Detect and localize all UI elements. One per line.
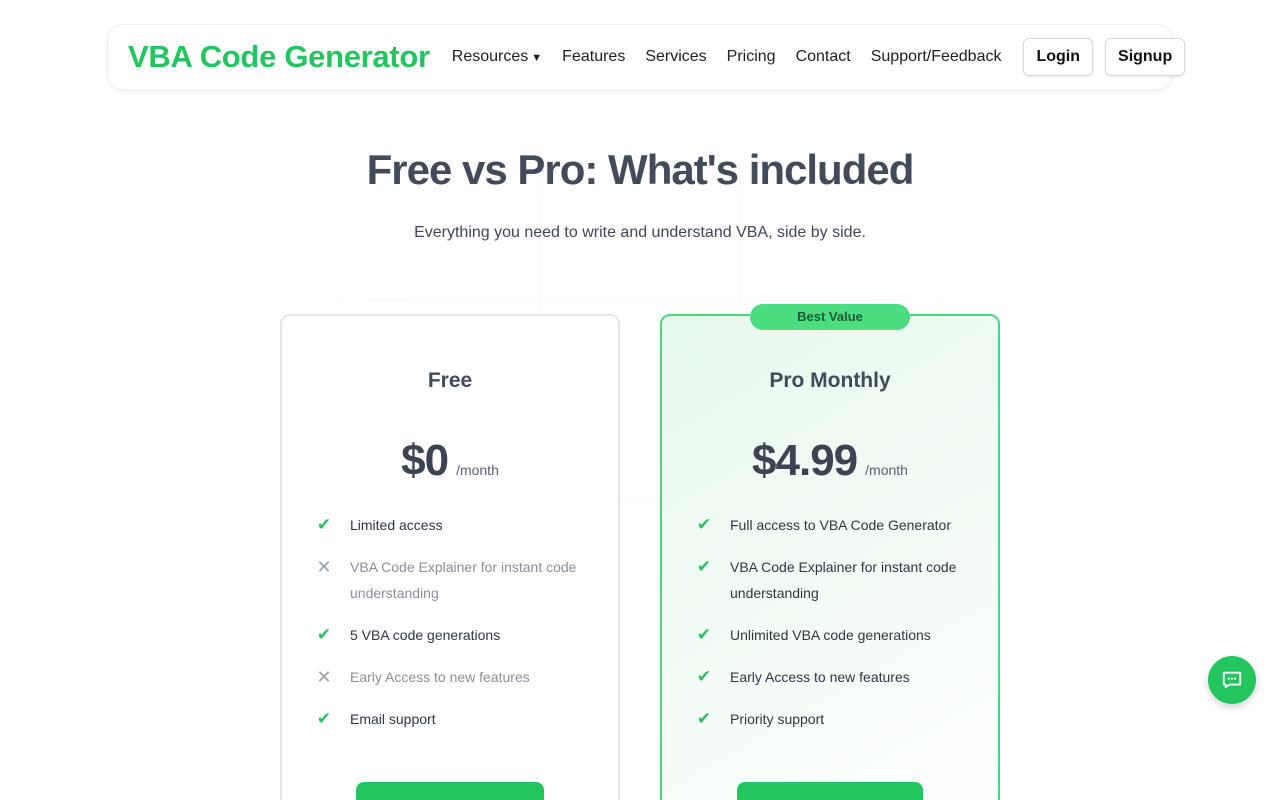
feature-item: ✕ VBA Code Explainer for instant code un…: [316, 554, 598, 606]
feature-item: ✔ Full access to VBA Code Generator: [696, 512, 978, 538]
check-icon: ✔: [696, 667, 712, 686]
check-icon: ✔: [316, 625, 332, 644]
feature-list: ✔ Full access to VBA Code Generator ✔ VB…: [696, 512, 978, 748]
feature-item: ✔ Limited access: [316, 512, 598, 538]
feature-item: ✔ 5 VBA code generations: [316, 622, 598, 648]
pro-plan-cta-button[interactable]: [737, 782, 923, 800]
plan-price: $4.99: [752, 436, 858, 485]
chat-icon: [1222, 671, 1242, 689]
feature-item: ✔ Email support: [316, 706, 598, 732]
check-icon: ✔: [316, 709, 332, 728]
nav-links: Resources ▼ Features Services Pricing Con…: [452, 48, 1022, 66]
feature-item: ✔ Priority support: [696, 706, 978, 732]
nav-features[interactable]: Features: [562, 48, 625, 66]
feature-text: Early Access to new features: [730, 669, 910, 685]
feature-text: Limited access: [350, 517, 443, 533]
feature-text: Priority support: [730, 711, 825, 727]
nav-services[interactable]: Services: [645, 48, 706, 66]
plan-period: /month: [456, 462, 499, 478]
plan-card-pro-monthly: Best Value Pro Monthly $4.99 /month ✔ Fu…: [660, 304, 1000, 800]
chevron-down-icon: ▼: [531, 52, 543, 64]
plan-card-free: Free $0 /month ✔ Limited access ✕ VBA Co…: [280, 314, 620, 800]
nav-support-feedback[interactable]: Support/Feedback: [871, 48, 1002, 66]
best-value-badge: Best Value: [750, 304, 910, 330]
signup-button[interactable]: Signup: [1105, 38, 1186, 76]
check-icon: ✔: [696, 515, 712, 534]
plan-period: /month: [865, 462, 908, 478]
feature-item: ✔ Unlimited VBA code generations: [696, 622, 978, 648]
login-button[interactable]: Login: [1023, 38, 1094, 76]
nav-resources[interactable]: Resources ▼: [452, 48, 542, 66]
feature-text: 5 VBA code generations: [350, 627, 501, 643]
feature-text: Early Access to new features: [350, 669, 530, 685]
nav-contact[interactable]: Contact: [796, 48, 851, 66]
feature-item: ✔ VBA Code Explainer for instant code un…: [696, 554, 978, 606]
page-subtitle: Everything you need to write and underst…: [414, 224, 866, 241]
feature-text: Full access to VBA Code Generator: [730, 517, 951, 533]
check-icon: ✔: [696, 709, 712, 728]
plan-price: $0: [401, 436, 449, 485]
price-row: $4.99 /month: [662, 436, 998, 486]
check-icon: ✔: [696, 557, 712, 576]
page-title: Free vs Pro: What's included: [366, 146, 915, 193]
feature-item: ✕ Early Access to new features: [316, 664, 598, 690]
feature-text: Unlimited VBA code generations: [730, 627, 931, 643]
chat-button[interactable]: [1208, 656, 1256, 704]
check-icon: ✔: [316, 515, 332, 534]
cross-icon: ✕: [316, 667, 332, 687]
background-grid: [0, 100, 1280, 800]
feature-text: VBA Code Explainer for instant code unde…: [730, 559, 957, 601]
feature-list: ✔ Limited access ✕ VBA Code Explainer fo…: [316, 512, 598, 748]
free-plan-cta-button[interactable]: [356, 782, 544, 800]
check-icon: ✔: [696, 625, 712, 644]
nav-pricing[interactable]: Pricing: [727, 48, 776, 66]
feature-text: VBA Code Explainer for instant code unde…: [350, 559, 577, 601]
plan-name: Free: [427, 369, 473, 392]
plan-name: Pro Monthly: [769, 369, 891, 392]
brand-logo[interactable]: VBA Code Generator: [128, 39, 430, 75]
nav-resources-label: Resources: [451, 48, 529, 65]
feature-text: Email support: [350, 711, 436, 727]
price-row: $0 /month: [282, 436, 618, 486]
cross-icon: ✕: [316, 557, 332, 577]
feature-item: ✔ Early Access to new features: [696, 664, 978, 690]
top-navbar: VBA Code Generator Resources ▼ Features S…: [107, 24, 1186, 90]
